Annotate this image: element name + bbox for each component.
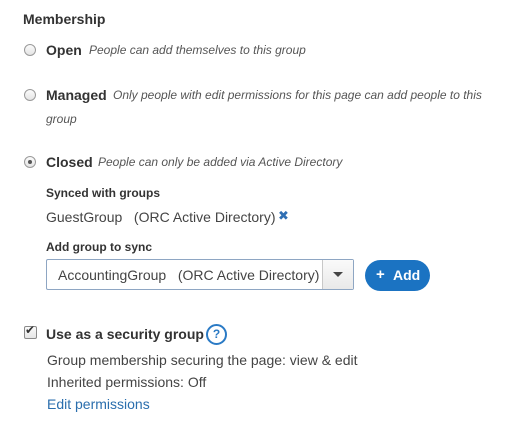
edit-permissions-link[interactable]: Edit permissions (47, 396, 150, 412)
chevron-down-icon[interactable] (322, 260, 353, 289)
group-select-value: AccountingGroup (ORC Active Directory) (58, 267, 320, 283)
check-icon: ✔ (25, 323, 36, 337)
open-option-title[interactable]: Open (46, 42, 82, 58)
security-group-label[interactable]: Use as a security group (46, 326, 204, 342)
membership-securing-text: Group membership securing the page: view… (47, 352, 358, 368)
add-button-label: Add (393, 267, 421, 283)
managed-option-description-cont: group (46, 112, 77, 126)
add-group-button[interactable]: + Add (365, 260, 430, 291)
managed-option-title[interactable]: Managed (46, 87, 107, 103)
inherited-permissions-text: Inherited permissions: Off (47, 374, 207, 390)
open-radio[interactable] (24, 44, 36, 56)
open-option-description: People can add themselves to this group (89, 43, 306, 57)
security-group-checkbox[interactable]: ✔ (24, 323, 37, 339)
synced-group-name: GuestGroup (ORC Active Directory) (46, 209, 276, 225)
plus-icon: + (376, 266, 385, 283)
managed-radio[interactable] (24, 89, 36, 101)
close-icon[interactable]: ✖ (278, 208, 292, 224)
closed-radio[interactable] (24, 156, 36, 168)
add-group-label: Add group to sync (46, 240, 152, 254)
membership-panel: Membership Open People can add themselve… (0, 0, 518, 425)
synced-groups-label: Synced with groups (46, 186, 161, 200)
closed-option-description: People can only be added via Active Dire… (98, 155, 343, 169)
managed-option-description: Only people with edit permissions for th… (113, 88, 482, 102)
group-select[interactable]: AccountingGroup (ORC Active Directory) (46, 259, 354, 290)
help-icon[interactable]: ? (206, 324, 227, 345)
closed-option-title[interactable]: Closed (46, 154, 93, 170)
membership-heading: Membership (23, 11, 106, 27)
